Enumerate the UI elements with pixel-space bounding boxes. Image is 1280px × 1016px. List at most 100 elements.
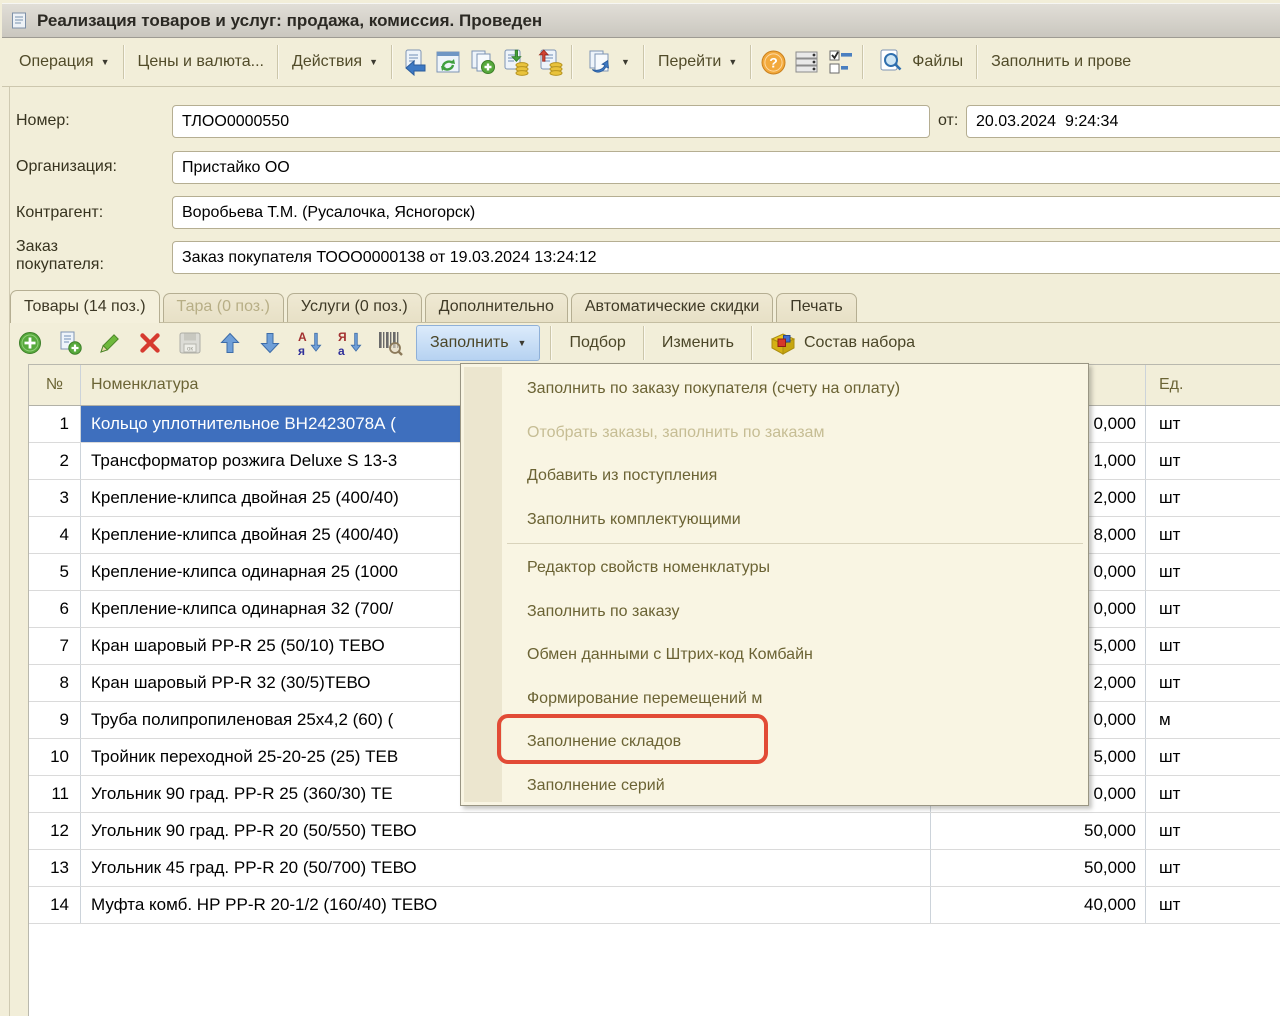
organization-field[interactable] [172,151,1280,184]
col-header-num[interactable]: № [29,365,81,405]
arrow-down-icon [258,331,282,355]
actions-menu-button[interactable]: Действия ▼ [283,46,387,78]
copy-add-icon [468,48,496,76]
copy-row-button[interactable] [50,326,90,360]
columns-settings-button[interactable] [824,45,858,79]
organization-label: Организация: [16,158,117,176]
number-field[interactable] [172,105,930,138]
set-contents-icon [770,330,796,356]
counterparty-field[interactable] [172,196,1280,229]
end-edit-button[interactable]: ок [170,326,210,360]
table-row[interactable]: 12Угольник 90 град. PP-R 20 (50/550) ТЕВ… [29,813,1280,850]
menu-item-fill-by-customer-order[interactable]: Заполнить по заказу покупателя (счету на… [461,367,1088,411]
barcode-scan-button[interactable] [370,326,410,360]
svg-text:Я: Я [338,330,347,344]
svg-text:А: А [298,330,307,344]
toolbar-separator [571,45,573,79]
post-document-icon [502,48,530,76]
move-down-button[interactable] [250,326,290,360]
prices-currency-button[interactable]: Цены и валюта... [129,46,273,78]
edit-row-button[interactable] [90,326,130,360]
table-row[interactable]: 13Угольник 45 град. PP-R 20 (50/700) ТЕВ… [29,850,1280,887]
menu-item-property-editor[interactable]: Редактор свойств номенклатуры [461,546,1088,590]
sort-asc-icon: Ая [296,329,324,357]
add-icon [17,330,43,356]
menu-item-fill-series[interactable]: Заполнение серий [461,764,1088,808]
tab-goods[interactable]: Товары (14 поз.) [10,290,160,323]
fill-menu-button[interactable]: Заполнить ▼ [416,325,540,361]
date-field[interactable] [966,105,1280,138]
toolbar-separator [123,45,125,79]
set-contents-button[interactable]: Состав набора [757,326,928,360]
number-label: Номер: [16,112,70,130]
barcode-icon [376,329,404,357]
goto-menu-button[interactable]: Перейти ▼ [649,46,746,78]
goods-toolbar: ок Ая Яа Заполнить ▼ Подбор Изменить Сос… [10,322,1280,364]
toolbar-separator [643,326,645,360]
order-label: Заказ покупателя: [16,238,104,274]
toolbar-separator [391,45,393,79]
copy-row-icon [57,330,83,356]
tab-print[interactable]: Печать [776,293,856,322]
annotation-highlight-box [497,714,768,764]
chevron-down-icon: ▼ [101,58,110,67]
toolbar-separator [976,45,978,79]
chevron-down-icon: ▼ [369,58,378,67]
files-button[interactable]: Файлы [868,41,972,83]
menu-item-select-orders[interactable]: Отобрать заказы, заполнить по заказам [461,411,1088,455]
delete-row-button[interactable] [130,326,170,360]
change-button[interactable]: Изменить [649,326,747,360]
date-label: от: [938,112,958,130]
tab-additional[interactable]: Дополнительно [425,293,568,322]
svg-text:?: ? [769,54,778,70]
copy-add-button[interactable] [465,45,499,79]
refresh-icon [434,48,462,76]
menu-item-fill-components[interactable]: Заполнить комплектующими [461,498,1088,542]
post-document-button[interactable] [499,45,533,79]
create-based-on-button[interactable]: ▼ [577,41,639,83]
list-settings-button[interactable] [790,45,824,79]
sort-asc-button[interactable]: Ая [290,326,330,360]
help-icon: ? [760,49,787,76]
list-settings-icon [793,48,821,76]
table-row[interactable]: 14Муфта комб. НР PP-R 20-1/2 (160/40) ТЕ… [29,887,1280,924]
toolbar-separator [751,326,753,360]
col-header-unit[interactable]: Ед. [1146,365,1280,405]
tab-auto-discounts[interactable]: Автоматические скидки [571,293,773,322]
window-titlebar: Реализация товаров и услуг: продажа, ком… [2,3,1280,38]
menu-item-barcode-combine-exchange[interactable]: Обмен данными с Штрих-код Комбайн [461,633,1088,677]
fill-dropdown-menu: Заполнить по заказу покупателя (счету на… [460,363,1089,806]
unpost-document-icon [536,48,564,76]
toolbar-separator [277,45,279,79]
toolbar-separator [750,45,752,79]
refresh-button[interactable] [431,45,465,79]
move-up-button[interactable] [210,326,250,360]
sort-desc-icon: Яа [336,329,364,357]
unpost-document-button[interactable] [533,45,567,79]
customer-order-field[interactable] [172,241,1280,274]
help-button[interactable]: ? [756,45,790,79]
menu-item-add-from-receipt[interactable]: Добавить из поступления [461,454,1088,498]
operation-menu-button[interactable]: Операция ▼ [10,46,119,78]
toolbar-separator [550,326,552,360]
tab-services[interactable]: Услуги (0 поз.) [287,293,422,322]
pick-button[interactable]: Подбор [556,326,638,360]
arrow-up-icon [218,331,242,355]
columns-settings-icon [827,48,855,76]
save-close-button[interactable] [397,45,431,79]
find-files-icon [877,48,905,76]
chevron-down-icon: ▼ [518,339,527,348]
menu-item-fill-by-order[interactable]: Заполнить по заказу [461,590,1088,634]
tab-tare[interactable]: Тара (0 поз.) [163,293,284,322]
sort-desc-button[interactable]: Яа [330,326,370,360]
counterparty-label: Контрагент: [16,204,103,222]
svg-text:а: а [338,344,345,357]
create-based-on-icon [586,48,614,76]
save-close-icon [400,48,428,76]
window-document-icon [11,12,28,29]
pencil-icon [98,331,122,355]
svg-text:ок: ок [187,347,193,353]
fill-and-post-button[interactable]: Заполнить и прове [982,46,1140,78]
svg-text:я: я [298,344,305,357]
add-row-button[interactable] [10,326,50,360]
